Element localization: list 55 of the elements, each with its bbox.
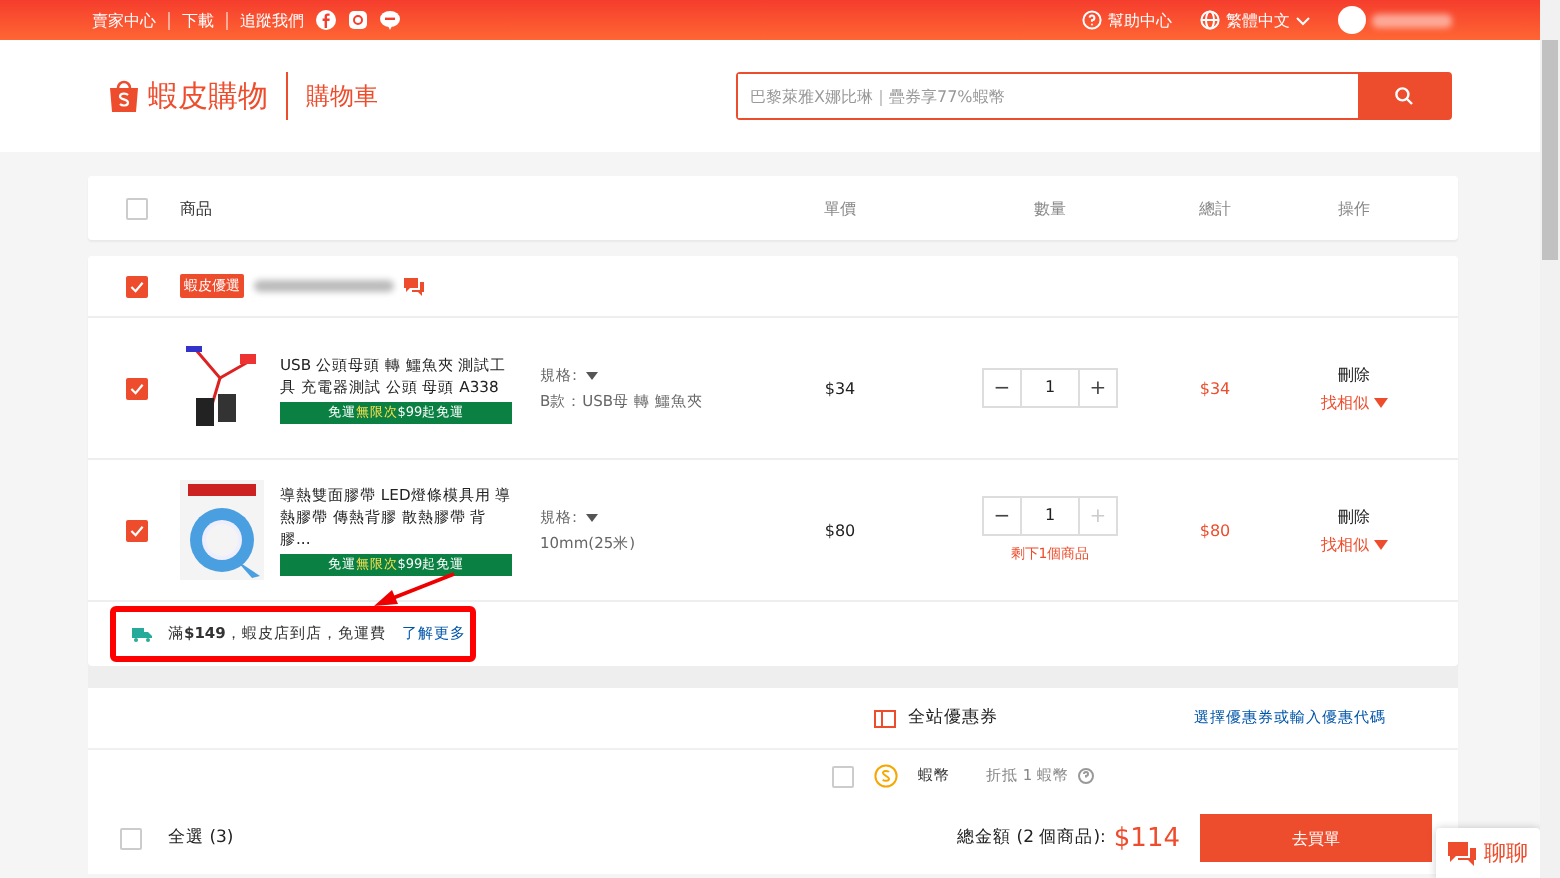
chat-button[interactable]: 聊聊: [1436, 828, 1540, 878]
delete-link[interactable]: 刪除: [1338, 363, 1370, 385]
dropdown-icon[interactable]: [585, 513, 598, 521]
item-total: $80: [1199, 521, 1231, 539]
language-selector[interactable]: 繁體中文: [1226, 9, 1290, 31]
column-header: 操作: [1338, 197, 1370, 219]
instagram-icon[interactable]: [348, 10, 368, 30]
find-similar-link[interactable]: 找相似: [1321, 533, 1369, 555]
column-header: 數量: [1034, 197, 1066, 219]
unit-price: $80: [824, 521, 856, 539]
search-button[interactable]: [1358, 74, 1450, 118]
scrollbar-thumb[interactable]: [1542, 40, 1558, 260]
search-field[interactable]: 巴黎萊雅X娜比琳｜疊券享77%蝦幣: [736, 72, 1452, 120]
item-total: $34: [1199, 379, 1231, 397]
column-header: 總計: [1199, 197, 1231, 219]
top-link[interactable]: 追蹤我們: [240, 9, 304, 31]
voucher-label: 全站優惠券: [908, 706, 998, 730]
column-header: 商品: [180, 197, 214, 219]
annotation-arrow: [372, 572, 456, 608]
checkbox[interactable]: [120, 827, 142, 849]
checkout-button[interactable]: 去買單: [1200, 814, 1432, 862]
total-amount: $114: [1113, 823, 1180, 853]
checkbox[interactable]: [125, 519, 147, 541]
chat-icon[interactable]: [404, 277, 424, 295]
page-title: 購物車: [306, 79, 378, 113]
find-similar-link[interactable]: 找相似: [1321, 391, 1369, 413]
help-link[interactable]: 幫助中心: [1108, 9, 1172, 31]
select-all-label[interactable]: 全選 (3): [168, 826, 234, 850]
shopping-bag-icon[interactable]: [108, 78, 140, 114]
logo-text[interactable]: 蝦皮購物: [148, 77, 268, 115]
dropdown-icon[interactable]: [585, 371, 598, 379]
ticket-icon: [874, 709, 896, 727]
avatar[interactable]: [1338, 6, 1366, 34]
column-header: 單價: [824, 197, 856, 219]
total-label: 總金額 (2 個商品):: [957, 826, 1106, 850]
checkbox[interactable]: [125, 377, 147, 399]
checkbox[interactable]: [832, 765, 854, 787]
quantity-stepper[interactable]: − 1 +: [982, 368, 1118, 408]
globe-icon[interactable]: [1200, 10, 1220, 30]
chevron-icon[interactable]: [1296, 15, 1310, 25]
checkbox[interactable]: [125, 197, 147, 219]
quantity-stepper[interactable]: − 1 +: [982, 496, 1118, 536]
facebook-icon[interactable]: [316, 10, 336, 30]
top-link[interactable]: 賣家中心: [92, 9, 156, 31]
coin-icon: [874, 764, 898, 788]
search-icon: [1394, 86, 1414, 106]
chat-icon: [1448, 841, 1476, 865]
delete-link[interactable]: 刪除: [1338, 505, 1370, 527]
truck-icon: [132, 626, 152, 642]
unit-price: $34: [824, 379, 856, 397]
top-link[interactable]: 下載: [182, 9, 214, 31]
dropdown-icon[interactable]: [1373, 539, 1387, 549]
checkbox[interactable]: [125, 275, 147, 297]
dropdown-icon[interactable]: [1373, 397, 1387, 407]
help-icon[interactable]: [1077, 768, 1094, 784]
